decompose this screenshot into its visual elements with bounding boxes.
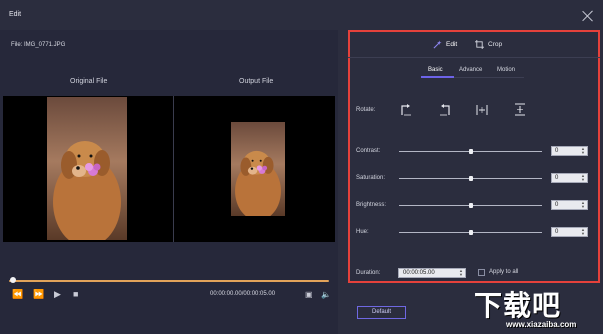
- subtab-active-indicator: [421, 76, 454, 78]
- crop-icon: [475, 40, 484, 49]
- preview-divider: [173, 96, 174, 242]
- close-icon[interactable]: [582, 10, 594, 22]
- stepper-arrows-icon[interactable]: ▲ ▼: [458, 269, 464, 278]
- rotate-right-icon[interactable]: [400, 103, 412, 116]
- seek-bar[interactable]: [9, 280, 329, 282]
- tab-crop-label: Crop: [488, 41, 503, 48]
- original-file-title: Original File: [70, 78, 108, 85]
- wand-icon: [433, 40, 442, 49]
- original-image: [47, 97, 127, 240]
- duration-field[interactable]: 00:00:05.00 ▲ ▼: [398, 268, 466, 278]
- hue-value: 0: [555, 229, 559, 235]
- stepper-arrows-icon[interactable]: ▲ ▼: [580, 147, 586, 156]
- output-file-title: Output File: [239, 78, 274, 85]
- hue-slider-handle[interactable]: [469, 230, 473, 235]
- watermark-logo: 下载吧: [474, 289, 562, 322]
- previous-icon[interactable]: ⏪: [12, 289, 23, 299]
- saturation-slider-handle[interactable]: [469, 176, 473, 181]
- seek-handle[interactable]: [10, 277, 16, 283]
- stepper-arrows-icon[interactable]: ▲ ▼: [580, 201, 586, 210]
- hue-stepper[interactable]: 0 ▲ ▼: [551, 227, 588, 237]
- apply-to-all-label: Apply to all: [489, 269, 519, 275]
- window-title: Edit: [9, 11, 22, 18]
- saturation-value: 0: [555, 175, 559, 181]
- contrast-value: 0: [555, 148, 559, 154]
- stepper-arrows-icon[interactable]: ▲ ▼: [580, 228, 586, 237]
- next-frame-icon[interactable]: ⏩: [33, 289, 44, 299]
- rotate-left-icon[interactable]: [439, 103, 451, 116]
- hue-label: Hue:: [356, 229, 369, 235]
- rotate-label: Rotate:: [356, 107, 376, 113]
- saturation-stepper[interactable]: 0 ▲ ▼: [551, 173, 588, 183]
- brightness-stepper[interactable]: 0 ▲ ▼: [551, 200, 588, 210]
- brightness-value: 0: [555, 202, 559, 208]
- play-icon[interactable]: ▶: [54, 289, 61, 299]
- saturation-label: Saturation:: [356, 175, 386, 181]
- contrast-slider-handle[interactable]: [469, 149, 473, 154]
- title-bar: Edit: [0, 0, 603, 30]
- playback-time: 00:00:00.00/00:00:05.00: [210, 291, 276, 297]
- volume-icon[interactable]: 🔈: [321, 290, 331, 300]
- tab-edit-label: Edit: [446, 41, 458, 48]
- contrast-label: Contrast:: [356, 148, 381, 154]
- brightness-slider-handle[interactable]: [469, 203, 473, 208]
- brightness-label: Brightness:: [356, 202, 387, 208]
- apply-to-all-checkbox[interactable]: [478, 269, 485, 276]
- output-image: [231, 122, 285, 216]
- tab-separator: [348, 57, 600, 58]
- tab-crop[interactable]: Crop: [475, 40, 502, 49]
- flip-vertical-icon[interactable]: [514, 103, 526, 116]
- subtab-motion[interactable]: Motion: [497, 67, 515, 73]
- stepper-arrows-icon[interactable]: ▲ ▼: [580, 174, 586, 183]
- flip-horizontal-icon[interactable]: [476, 103, 488, 116]
- contrast-stepper[interactable]: 0 ▲ ▼: [551, 146, 588, 156]
- duration-label: Duration:: [356, 270, 381, 276]
- file-name: File: IMG_0771.JPG: [11, 42, 66, 48]
- stop-icon[interactable]: ■: [73, 289, 78, 299]
- default-button[interactable]: Default: [357, 306, 406, 319]
- subtab-basic[interactable]: Basic: [428, 67, 443, 73]
- subtab-advance[interactable]: Advance: [459, 67, 482, 73]
- watermark-url: www.xiazaiba.com: [506, 320, 577, 329]
- duration-value: 00:00:05.00: [403, 270, 435, 276]
- snapshot-icon[interactable]: ▣: [305, 290, 313, 300]
- tab-edit[interactable]: Edit: [433, 40, 457, 49]
